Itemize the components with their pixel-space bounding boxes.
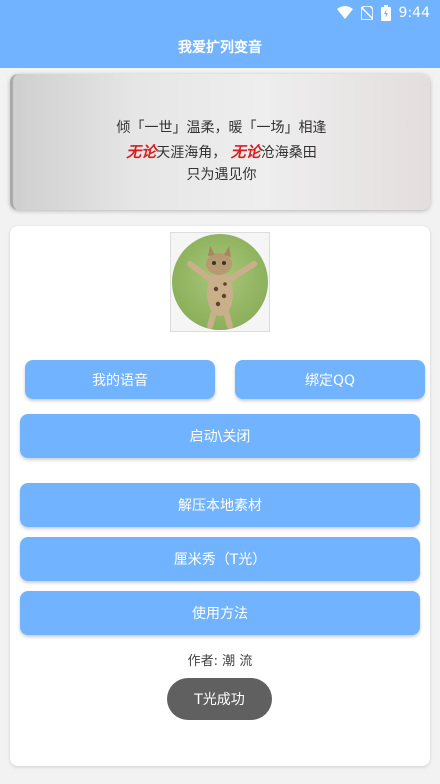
wifi-icon — [336, 6, 353, 20]
banner-red-text-1: 无论 — [126, 143, 157, 161]
author-label: 作者: 潮 流 — [187, 654, 253, 669]
app-title: 我爱扩列变音 — [178, 40, 262, 56]
avatar[interactable] — [170, 232, 270, 332]
cat-avatar-image — [172, 234, 268, 330]
app-bar: 我爱扩列变音 — [0, 26, 440, 68]
status-bar: 9:44 — [0, 0, 440, 26]
banner-line-1: 倾「一世」温柔，暖「一场」相逢 — [116, 120, 327, 136]
toast-message: T光成功 — [167, 678, 272, 720]
banner-line-3: 只为遇见你 — [186, 167, 257, 183]
unzip-local-assets-button[interactable]: 解压本地素材 — [20, 483, 420, 527]
banner-line-2: 无论天涯海角， 无论沧海桑田 — [13, 141, 430, 162]
banner-red-text-2: 无论 — [230, 143, 261, 161]
battery-icon — [380, 5, 391, 21]
no-sim-icon — [360, 6, 373, 20]
banner-text-2a: 天涯海角， — [156, 145, 227, 161]
usage-instructions-button[interactable]: 使用方法 — [20, 591, 420, 635]
clock: 9:44 — [398, 5, 430, 21]
banner-image: 倾「一世」温柔，暖「一场」相逢 无论天涯海角， 无论沧海桑田 只为遇见你 — [10, 74, 430, 210]
start-stop-button[interactable]: 启动\关闭 — [20, 414, 420, 458]
my-voice-button[interactable]: 我的语音 — [25, 360, 215, 399]
banner-text-2b: 沧海桑田 — [260, 145, 317, 161]
bind-qq-button[interactable]: 绑定QQ — [235, 360, 425, 399]
qq-show-button[interactable]: 厘米秀（T光） — [20, 537, 420, 581]
